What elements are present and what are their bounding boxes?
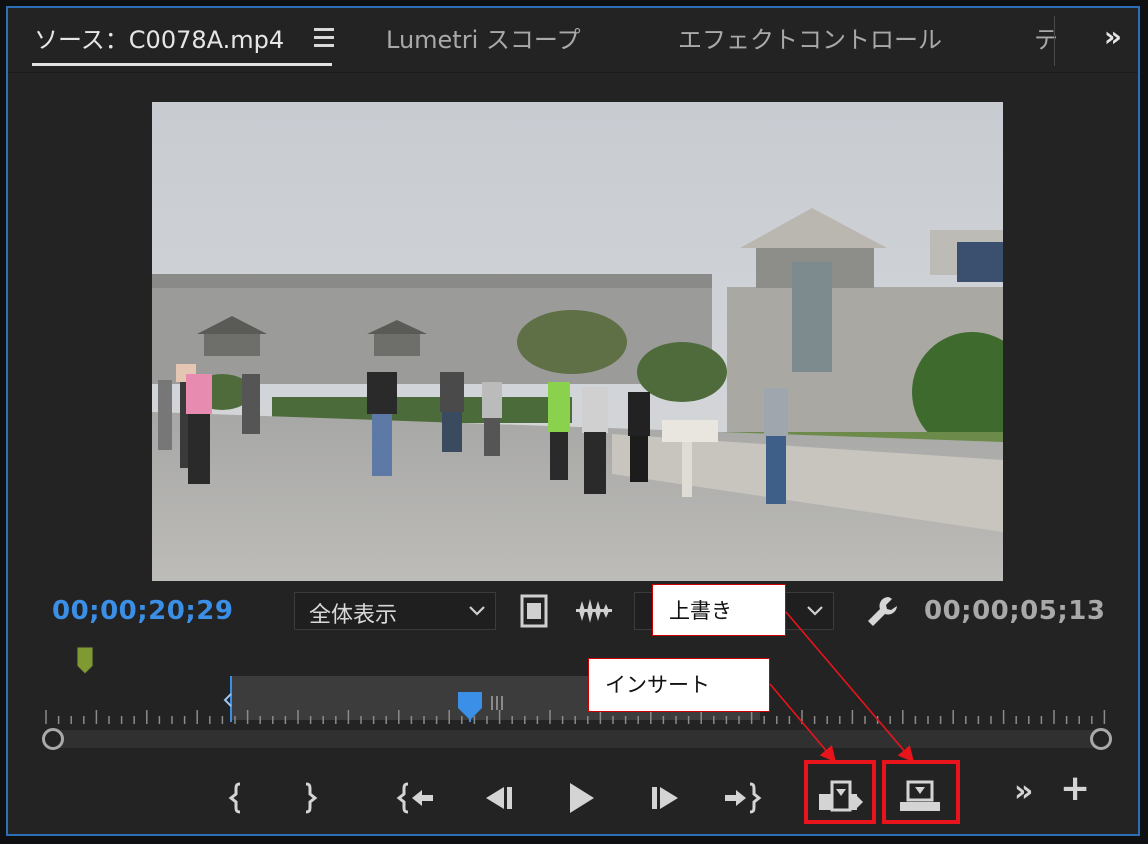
arrow-insert: [769, 683, 837, 763]
go-to-out-icon[interactable]: [722, 776, 762, 820]
play-icon[interactable]: [564, 776, 598, 820]
callout-arrows: [769, 611, 915, 763]
arrow-overwrite: [785, 611, 915, 763]
go-to-in-icon[interactable]: [396, 776, 436, 820]
step-back-icon[interactable]: [482, 776, 518, 820]
mark-out-icon[interactable]: [298, 776, 322, 820]
insert-icon[interactable]: [818, 774, 864, 818]
step-forward-icon[interactable]: [646, 776, 682, 820]
button-editor-add[interactable]: +: [1060, 768, 1090, 809]
more-controls-button[interactable]: »: [1014, 774, 1033, 809]
source-monitor-panel: ソース：C0078A.mp4 Lumetri スコープ エフェクトコントロール …: [6, 6, 1140, 836]
mark-in-icon[interactable]: [224, 776, 248, 820]
overwrite-icon[interactable]: [898, 774, 944, 818]
